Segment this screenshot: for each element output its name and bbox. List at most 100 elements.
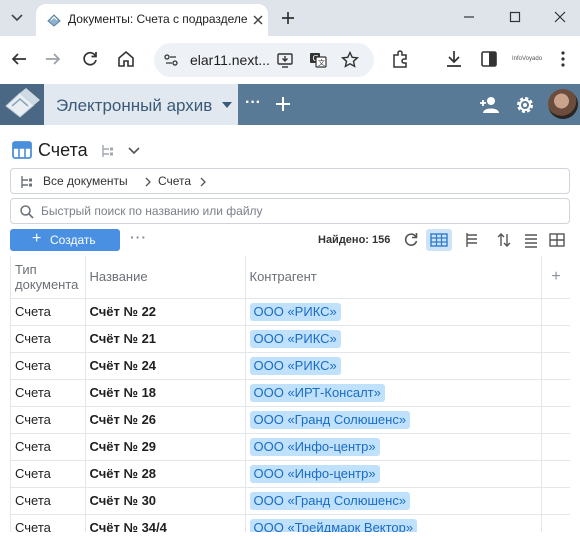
forward-icon[interactable] xyxy=(42,48,64,70)
table-row[interactable]: Счета Счёт № 34/4 ООО «Трейдмарк Вектор» xyxy=(11,514,570,532)
counterparty-chip[interactable]: ООО «Гранд Солюшенс» xyxy=(249,410,411,429)
cell-spacer xyxy=(541,352,570,380)
downloads-icon[interactable] xyxy=(443,48,465,70)
cell-name[interactable]: Счёт № 26 xyxy=(85,406,246,434)
hierarchy-icon[interactable] xyxy=(100,143,116,159)
app-header: Электронный архив ··· xyxy=(0,84,580,125)
cell-counterparty: ООО «Трейдмарк Вектор» xyxy=(245,514,542,532)
add-user-icon[interactable] xyxy=(478,93,502,117)
table-row[interactable]: Счета Счёт № 26 ООО «Гранд Солюшенс» xyxy=(11,406,570,434)
table-columns-icon xyxy=(430,233,448,247)
cell-counterparty: ООО «РИКС» xyxy=(245,352,542,380)
actions-bar: + Создать ··· Найдено: 156 xyxy=(0,228,580,252)
create-button-label: Создать xyxy=(50,233,96,247)
found-label: Найдено: xyxy=(318,234,369,246)
table-view-icon xyxy=(12,141,32,159)
counterparty-chip[interactable]: ООО «Гранд Солюшенс» xyxy=(249,491,411,510)
app-logo[interactable] xyxy=(0,84,44,125)
table-row[interactable]: Счета Счёт № 29 ООО «Инфо-центр» xyxy=(11,433,570,461)
cell-counterparty: ООО «Гранд Солюшенс» xyxy=(245,406,542,434)
refresh-icon[interactable] xyxy=(401,230,421,250)
add-icon[interactable] xyxy=(271,92,295,116)
grid-layout-icon[interactable] xyxy=(547,230,567,250)
cell-name[interactable]: Счёт № 34/4 xyxy=(85,514,246,532)
counterparty-chip[interactable]: ООО «РИКС» xyxy=(249,329,341,348)
page-header: Счета xyxy=(10,136,310,164)
folder-tree-icon[interactable] xyxy=(19,174,35,190)
address-bar[interactable]: elar11.next... G文 xyxy=(154,43,374,77)
cell-counterparty: ООО «РИКС» xyxy=(245,325,542,353)
cell-type: Счета xyxy=(11,298,86,326)
table-row[interactable]: Счета Счёт № 21 ООО «РИКС» xyxy=(11,325,570,353)
counterparty-chip[interactable]: ООО «Трейдмарк Вектор» xyxy=(249,518,418,532)
chevron-down-icon[interactable] xyxy=(126,143,142,159)
minimize-icon[interactable] xyxy=(460,8,478,26)
cell-type: Счета xyxy=(11,487,86,515)
add-column-icon[interactable]: + xyxy=(541,256,570,299)
cell-spacer xyxy=(541,514,570,532)
cell-name[interactable]: Счёт № 22 xyxy=(85,298,246,326)
cell-counterparty: ООО «РИКС» xyxy=(245,298,542,326)
create-button[interactable]: + Создать xyxy=(10,229,120,251)
table-row[interactable]: Счета Счёт № 24 ООО «РИКС» xyxy=(11,352,570,380)
browser-tab-strip: Документы: Счета с подразделениями xyxy=(0,0,580,36)
user-avatar[interactable] xyxy=(548,89,578,119)
bookmark-star-icon[interactable] xyxy=(340,50,360,70)
cell-type: Счета xyxy=(11,406,86,434)
counterparty-chip[interactable]: ООО «РИКС» xyxy=(249,302,341,321)
cell-name[interactable]: Счёт № 29 xyxy=(85,433,246,461)
column-header-counterparty[interactable]: Контрагент xyxy=(245,256,542,299)
cell-type: Счета xyxy=(11,514,86,532)
home-icon[interactable] xyxy=(115,48,137,70)
tab-close-icon[interactable] xyxy=(250,12,266,28)
search-input[interactable] xyxy=(41,201,561,221)
cell-name[interactable]: Счёт № 24 xyxy=(85,352,246,380)
window-close-icon[interactable] xyxy=(551,8,569,26)
cell-name[interactable]: Счёт № 21 xyxy=(85,325,246,353)
extensions-icon[interactable] xyxy=(389,48,411,70)
maximize-icon[interactable] xyxy=(506,8,524,26)
site-info-icon[interactable] xyxy=(160,49,182,71)
counterparty-chip[interactable]: ООО «ИРТ-Консалт» xyxy=(249,383,385,402)
more-apps-icon[interactable]: ··· xyxy=(243,92,263,116)
counterparty-chip[interactable]: ООО «Инфо-центр» xyxy=(249,464,380,483)
reload-icon[interactable] xyxy=(79,48,101,70)
counterparty-chip[interactable]: ООО «РИКС» xyxy=(249,356,341,375)
side-panel-icon[interactable] xyxy=(478,48,500,70)
browser-toolbar: elar11.next... G文 InfoVoyado xyxy=(0,36,580,84)
cell-name[interactable]: Счёт № 30 xyxy=(85,487,246,515)
browser-menu-icon[interactable] xyxy=(552,48,574,70)
breadcrumb-item-all-documents[interactable]: Все документы xyxy=(43,174,128,188)
new-tab-icon[interactable] xyxy=(277,7,299,29)
cell-name[interactable]: Счёт № 28 xyxy=(85,460,246,488)
breadcrumb-item-invoices[interactable]: Счета xyxy=(158,174,191,188)
translate-icon[interactable]: G文 xyxy=(308,50,328,70)
archive-logo-icon xyxy=(5,88,40,118)
tree-view-icon[interactable] xyxy=(462,230,482,250)
found-count: 156 xyxy=(372,234,391,246)
cell-name[interactable]: Счёт № 18 xyxy=(85,379,246,407)
app-switcher[interactable]: Электронный архив xyxy=(44,84,238,125)
counterparty-chip[interactable]: ООО «Инфо-центр» xyxy=(249,437,380,456)
table-row[interactable]: Счета Счёт № 22 ООО «РИКС» xyxy=(11,298,570,326)
back-icon[interactable] xyxy=(8,48,30,70)
column-header-type[interactable]: Тип документа xyxy=(11,256,86,299)
app-title: Электронный архив xyxy=(56,96,213,115)
view-table-button-active[interactable] xyxy=(426,229,452,251)
cell-spacer xyxy=(541,406,570,434)
table-row[interactable]: Счета Счёт № 30 ООО «Гранд Солюшенс» xyxy=(11,487,570,515)
browser-tab-active[interactable]: Документы: Счета с подразделениями xyxy=(36,4,268,36)
list-density-icon[interactable] xyxy=(521,230,541,250)
sort-icon[interactable] xyxy=(494,230,514,250)
cell-spacer xyxy=(541,433,570,461)
column-header-name[interactable]: Название xyxy=(85,256,246,299)
install-app-icon[interactable] xyxy=(276,50,296,70)
settings-gear-icon[interactable] xyxy=(513,93,537,117)
page-bottom-edge xyxy=(0,532,580,540)
table-row[interactable]: Счета Счёт № 28 ООО «Инфо-центр» xyxy=(11,460,570,488)
more-actions-icon[interactable]: ··· xyxy=(130,230,148,245)
tab-search-icon[interactable] xyxy=(6,7,28,29)
profile-button[interactable]: InfoVoyado xyxy=(512,51,542,67)
search-icon xyxy=(20,205,34,219)
table-row[interactable]: Счета Счёт № 18 ООО «ИРТ-Консалт» xyxy=(11,379,570,407)
